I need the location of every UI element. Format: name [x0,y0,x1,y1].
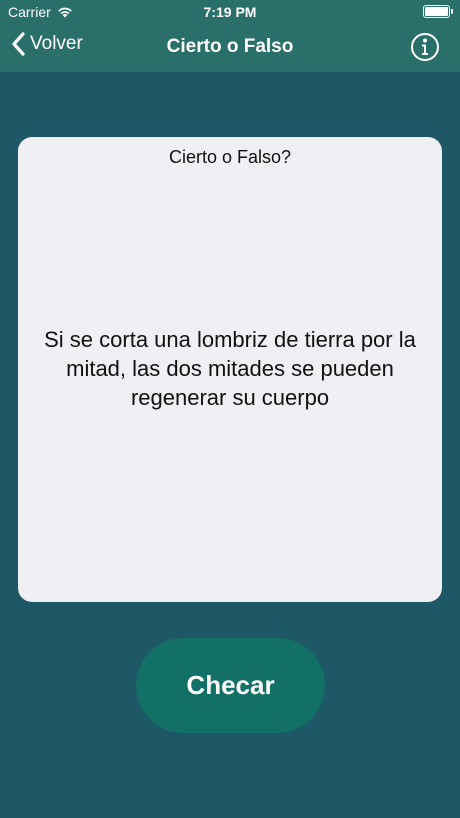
top-bar: Carrier 7:19 PM Volver Cierto o Falso [0,0,460,72]
info-button[interactable] [410,32,440,67]
card-heading: Cierto o Falso? [168,147,292,167]
check-button[interactable]: Checar [136,638,325,733]
question-statement: Si se corta una lombriz de tierra por la… [44,327,416,410]
page-title: Cierto o Falso [166,36,294,57]
status-time: 7:19 PM [203,4,257,20]
screen: Carrier 7:19 PM Volver Cierto o Falso Ci… [0,0,460,818]
battery-icon [423,5,453,18]
status-bar: Carrier 7:19 PM [0,0,460,24]
info-icon [411,33,439,61]
navigation-bar: Volver Cierto o Falso [0,24,460,72]
question-card: Cierto o Falso? Si se corta una lombriz … [18,137,442,602]
